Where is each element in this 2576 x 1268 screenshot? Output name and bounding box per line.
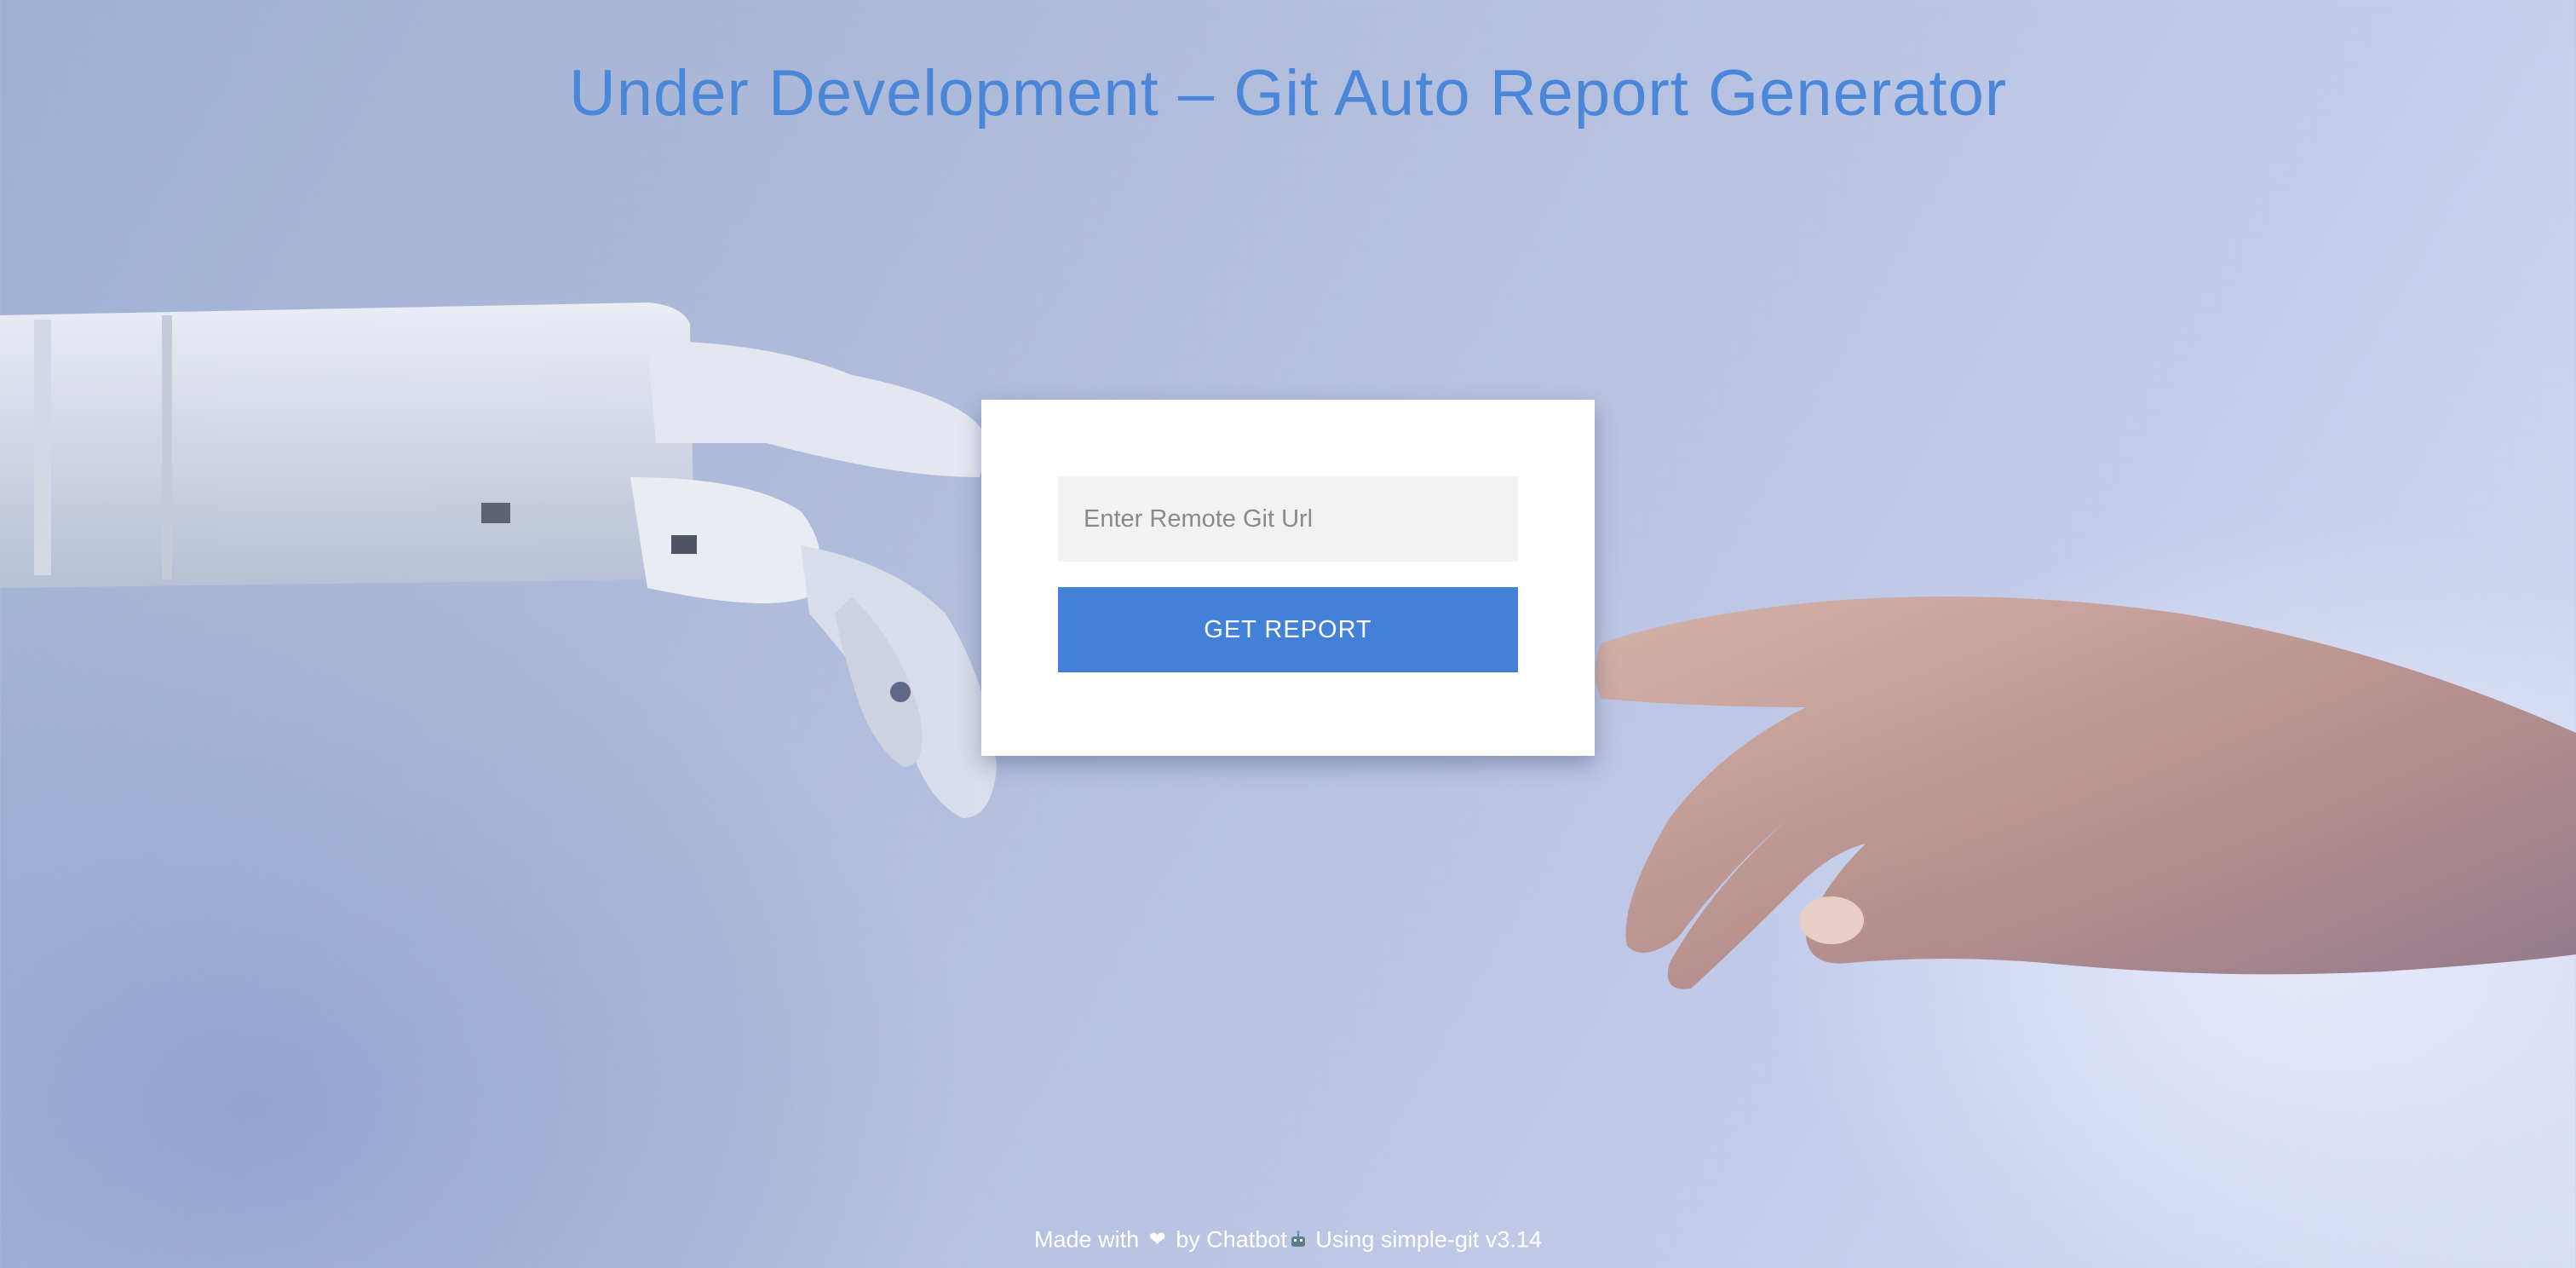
heart-icon: ❤ [1148, 1228, 1166, 1252]
report-form-card: GET REPORT [981, 400, 1595, 756]
human-hand [1595, 597, 2576, 989]
robot-hand [0, 303, 997, 818]
footer: Made with ❤ by Chatbot Using simple-git … [0, 1225, 2576, 1253]
page-title: Under Development – Git Auto Report Gene… [568, 57, 2008, 130]
robot-icon [1291, 1230, 1305, 1247]
get-report-button[interactable]: GET REPORT [1058, 587, 1518, 672]
footer-made-with: Made with [1034, 1226, 1140, 1253]
git-url-input[interactable] [1058, 476, 1518, 562]
footer-by-chatbot: by Chatbot [1176, 1226, 1287, 1253]
footer-using-library: Using simple-git v3.14 [1315, 1226, 1542, 1253]
